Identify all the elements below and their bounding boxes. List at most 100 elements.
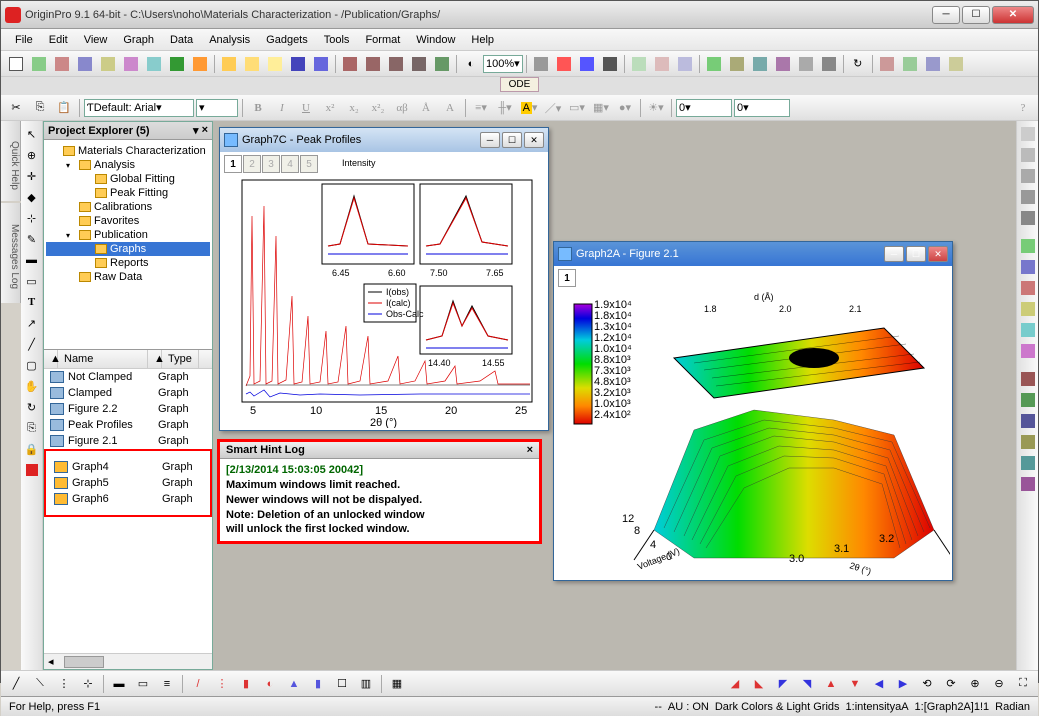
number2-combo[interactable]: 0 ▾	[734, 99, 790, 117]
rt-btn-13[interactable]	[1019, 391, 1037, 409]
bt-3d-2[interactable]: ◣	[748, 673, 770, 695]
font-combo[interactable]: Ƭ Default: Arial ▾	[84, 99, 194, 117]
open-button[interactable]	[218, 53, 240, 75]
graph2a-close-button[interactable]: ✕	[928, 246, 948, 262]
menu-format[interactable]: Format	[357, 32, 408, 48]
bt-scatter-plot[interactable]: ⋮	[211, 673, 233, 695]
pe-scrollbar[interactable]: ◂	[44, 653, 212, 669]
layer-tab-3[interactable]: 3	[262, 155, 280, 173]
rt-btn-10[interactable]	[1019, 321, 1037, 339]
bt-3d-1[interactable]: ◢	[724, 673, 746, 695]
bt-4[interactable]: ⊹	[77, 673, 99, 695]
graph2a-max-button[interactable]: ☐	[906, 246, 926, 262]
line-style-button[interactable]: ≡▾	[470, 97, 492, 119]
bt-3d-fit[interactable]: ⛶	[1012, 673, 1034, 695]
tree-node-peak-fitting[interactable]: Peak Fitting	[46, 186, 210, 200]
italic-button[interactable]: I	[271, 97, 293, 119]
subscript-button[interactable]: x₂	[343, 97, 365, 119]
save-button[interactable]	[287, 53, 309, 75]
fill-color-button[interactable]: A▾	[518, 97, 540, 119]
bt-bar-plot[interactable]: ▮	[235, 673, 257, 695]
tree-node-materials-characterization[interactable]: Materials Characterization	[46, 144, 210, 158]
graph2a-titlebar[interactable]: Graph2A - Figure 2.1 ─ ☐ ✕	[554, 242, 952, 266]
bt-3d-4[interactable]: ◥	[796, 673, 818, 695]
open-template-button[interactable]	[241, 53, 263, 75]
bt-3d-3[interactable]: ◤	[772, 673, 794, 695]
open-excel-button[interactable]	[166, 53, 188, 75]
project-tree[interactable]: Materials Characterization▾AnalysisGloba…	[44, 140, 212, 350]
menu-edit[interactable]: Edit	[41, 32, 76, 48]
menu-file[interactable]: File	[7, 32, 41, 48]
import-button[interactable]	[264, 53, 286, 75]
import-single-button[interactable]	[362, 53, 384, 75]
menu-help[interactable]: Help	[463, 32, 502, 48]
bt-line-plot[interactable]: /	[187, 673, 209, 695]
menu-analysis[interactable]: Analysis	[201, 32, 258, 48]
region-tool[interactable]: ▭	[23, 272, 41, 290]
smart-hint-close-icon[interactable]: ×	[527, 444, 533, 456]
help-button[interactable]: ?	[1012, 97, 1034, 119]
export-button[interactable]	[599, 53, 621, 75]
list-item-graph5[interactable]: Graph5Graph	[48, 475, 208, 491]
tree-node-calibrations[interactable]: Calibrations	[46, 200, 210, 214]
pe-pin-icon[interactable]: ▾	[193, 124, 199, 137]
number-combo[interactable]: 0 ▾	[676, 99, 732, 117]
bt-area-plot[interactable]: ▲	[283, 673, 305, 695]
name-list[interactable]: Not ClampedGraphClampedGraphFigure 2.2Gr…	[44, 369, 212, 653]
paste-button[interactable]: 📋	[53, 97, 75, 119]
arrow-tool[interactable]: ↗	[23, 314, 41, 332]
close-button[interactable]: ✕	[992, 6, 1034, 24]
data-selector-tool[interactable]: ⊹	[23, 209, 41, 227]
list-item-graph4[interactable]: Graph4Graph	[48, 459, 208, 475]
smart-hint-titlebar[interactable]: Smart Hint Log ×	[220, 442, 539, 459]
graph2a-layer-tabs[interactable]: 1	[554, 266, 952, 290]
draw-data-tool[interactable]: ✎	[23, 230, 41, 248]
rt-btn-15[interactable]	[1019, 433, 1037, 451]
new-graph-button[interactable]	[97, 53, 119, 75]
rt-btn-17[interactable]	[1019, 475, 1037, 493]
menu-graph[interactable]: Graph	[115, 32, 162, 48]
reader-tool[interactable]: ✛	[23, 167, 41, 185]
zoom-tool[interactable]: ⊕	[23, 146, 41, 164]
rt-btn-11[interactable]	[1019, 342, 1037, 360]
new-notes-button[interactable]	[143, 53, 165, 75]
recalc-button[interactable]: ↻	[847, 53, 869, 75]
rescale-button[interactable]	[749, 53, 771, 75]
rt-btn-9[interactable]	[1019, 300, 1037, 318]
bt-3d-11[interactable]: ⊕	[964, 673, 986, 695]
bt-3d-10[interactable]: ⟳	[940, 673, 962, 695]
graph7c-titlebar[interactable]: Graph7C - Peak Profiles ─ ☐ ✕	[220, 128, 548, 152]
pointer-tool[interactable]: ↖	[23, 125, 41, 143]
bt-1[interactable]: ╱	[5, 673, 27, 695]
new-matrix-button[interactable]	[74, 53, 96, 75]
line-color-button[interactable]: ／▾	[542, 97, 564, 119]
import-multi-button[interactable]	[385, 53, 407, 75]
list-item-not-clamped[interactable]: Not ClampedGraph	[44, 369, 212, 385]
col-button[interactable]	[945, 53, 967, 75]
messages-log-tab[interactable]: Messages Log	[1, 203, 21, 303]
name-list-header[interactable]: ▲ Name ▲ Type	[44, 350, 212, 369]
pattern-button[interactable]: ▦▾	[590, 97, 612, 119]
merge-button[interactable]	[795, 53, 817, 75]
save-template-button[interactable]	[310, 53, 332, 75]
tree-node-analysis[interactable]: ▾Analysis	[46, 158, 210, 172]
font-dn-button[interactable]: A	[439, 97, 461, 119]
print-button[interactable]	[530, 53, 552, 75]
digitizer-button[interactable]	[703, 53, 725, 75]
zoom-combo[interactable]: 100% ▾	[483, 55, 523, 73]
rt-btn-5[interactable]	[1019, 209, 1037, 227]
rt-btn-16[interactable]	[1019, 454, 1037, 472]
bt-column-plot[interactable]: ▮	[307, 673, 329, 695]
rt-btn-7[interactable]	[1019, 258, 1037, 276]
list-item-peak-profiles[interactable]: Peak ProfilesGraph	[44, 417, 212, 433]
list-item-figure-2.2[interactable]: Figure 2.2Graph	[44, 401, 212, 417]
tree-node-reports[interactable]: Reports	[46, 256, 210, 270]
list-item-graph6[interactable]: Graph6Graph	[48, 491, 208, 507]
graph7c-window[interactable]: Graph7C - Peak Profiles ─ ☐ ✕ 1 2 3 4 5	[219, 127, 549, 431]
tree-node-global-fitting[interactable]: Global Fitting	[46, 172, 210, 186]
bt-3d-7[interactable]: ◀	[868, 673, 890, 695]
tree-node-graphs[interactable]: Graphs	[46, 242, 210, 256]
line-tool[interactable]: ╱	[23, 335, 41, 353]
menu-data[interactable]: Data	[162, 32, 201, 48]
bt-6[interactable]: ▭	[132, 673, 154, 695]
